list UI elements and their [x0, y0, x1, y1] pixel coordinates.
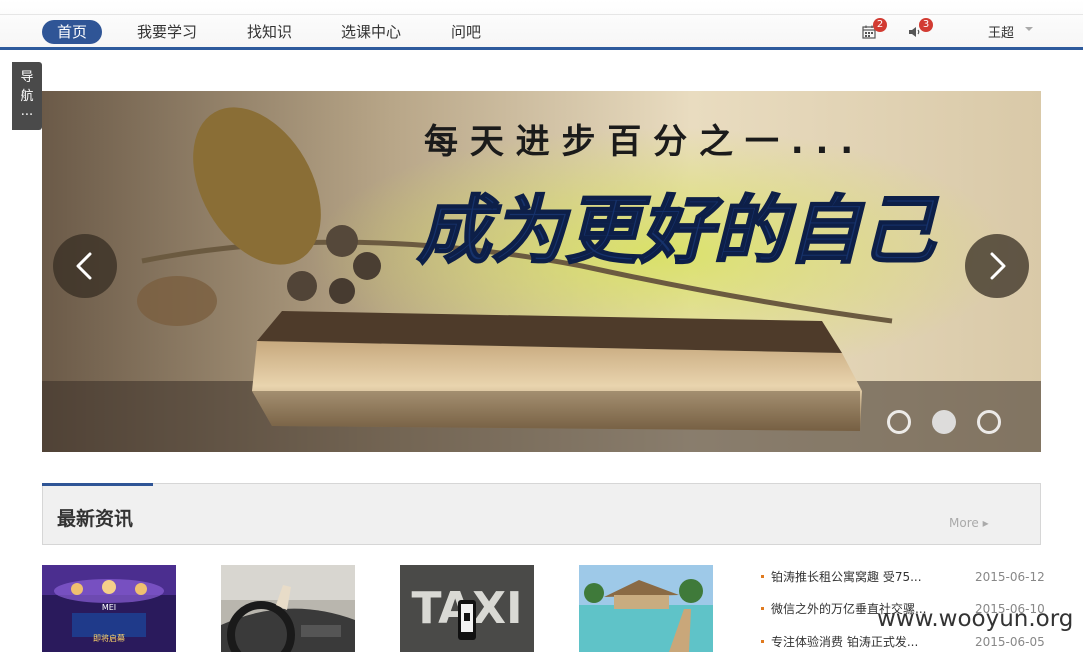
banner-next-button[interactable]: [965, 234, 1029, 298]
nav-course-center[interactable]: 选课中心: [341, 20, 401, 44]
news-thumb-taxi[interactable]: TAXI: [400, 565, 534, 652]
nav-ask[interactable]: 问吧: [451, 20, 481, 44]
news-thumb-resort[interactable]: [579, 565, 713, 652]
news-thumb-car[interactable]: [221, 565, 355, 652]
news-bullet: [761, 640, 764, 643]
banner-prev-button[interactable]: [53, 234, 117, 298]
more-link[interactable]: More ▸: [949, 516, 989, 530]
banner-carousel: 每 天 进 步 百 分 之 一 . . . 成为更好的自己: [42, 91, 1041, 452]
nav-home[interactable]: 首页: [42, 20, 102, 44]
side-nav-ellipsis: ...: [20, 104, 34, 119]
calendar-button[interactable]: 2: [862, 18, 887, 40]
resort-image: [579, 565, 713, 652]
notification-button[interactable]: 3: [908, 18, 933, 40]
news-list-item[interactable]: 铂涛推长租公寓窝趣 受75... 2015-06-12: [761, 568, 1051, 586]
stage-logo-text: MEI: [102, 603, 116, 612]
side-nav-toggle[interactable]: 导 航 ...: [12, 62, 42, 130]
top-hairline: [0, 14, 1083, 15]
news-thumb-stage[interactable]: MEI 即将启幕: [42, 565, 176, 652]
news-item-date: 2015-06-12: [975, 570, 1045, 584]
news-section-header: 最新资讯 More ▸: [42, 483, 1041, 545]
news-section-title: 最新资讯: [57, 508, 134, 530]
top-nav-bar: 首页 我要学习 找知识 选课中心 问吧 2 3 王超: [0, 0, 1083, 50]
banner-headline: 成为更好的自己: [417, 188, 939, 274]
chevron-right-icon: [990, 252, 1006, 280]
news-header-accent: [42, 483, 153, 486]
watermark: www.wooyun.org: [877, 606, 1074, 632]
news-item-title: 铂涛推长租公寓窝趣 受75...: [771, 570, 922, 584]
user-name[interactable]: 王超: [988, 22, 1014, 41]
banner-dot-1[interactable]: [887, 410, 911, 434]
news-item-date: 2015-06-05: [975, 635, 1045, 649]
news-item-title: 专注体验消费 铂涛正式发...: [771, 635, 919, 649]
news-bullet: [761, 575, 764, 578]
news-bullet: [761, 607, 764, 610]
notification-badge: 3: [919, 18, 933, 32]
stage-event-image: MEI 即将启幕: [42, 565, 176, 652]
calendar-badge: 2: [873, 18, 887, 32]
news-list-item[interactable]: 专注体验消费 铂涛正式发... 2015-06-05: [761, 633, 1051, 651]
banner-tagline: 每 天 进 步 百 分 之 一 . . .: [424, 122, 853, 162]
banner-dot-2-active[interactable]: [932, 410, 956, 434]
chevron-left-icon: [76, 252, 92, 280]
banner-image: 每 天 进 步 百 分 之 一 . . . 成为更好的自己: [42, 91, 1041, 452]
nav-learn[interactable]: 我要学习: [137, 20, 197, 44]
nav-find-knowledge[interactable]: 找知识: [247, 20, 292, 44]
car-interior-image: [221, 565, 355, 652]
side-nav-char-1: 导: [20, 70, 34, 85]
chevron-down-icon[interactable]: [1024, 26, 1034, 32]
taxi-road-image: TAXI: [400, 565, 534, 652]
stage-caption-text: 即将启幕: [93, 633, 125, 643]
banner-dot-3[interactable]: [977, 410, 1001, 434]
